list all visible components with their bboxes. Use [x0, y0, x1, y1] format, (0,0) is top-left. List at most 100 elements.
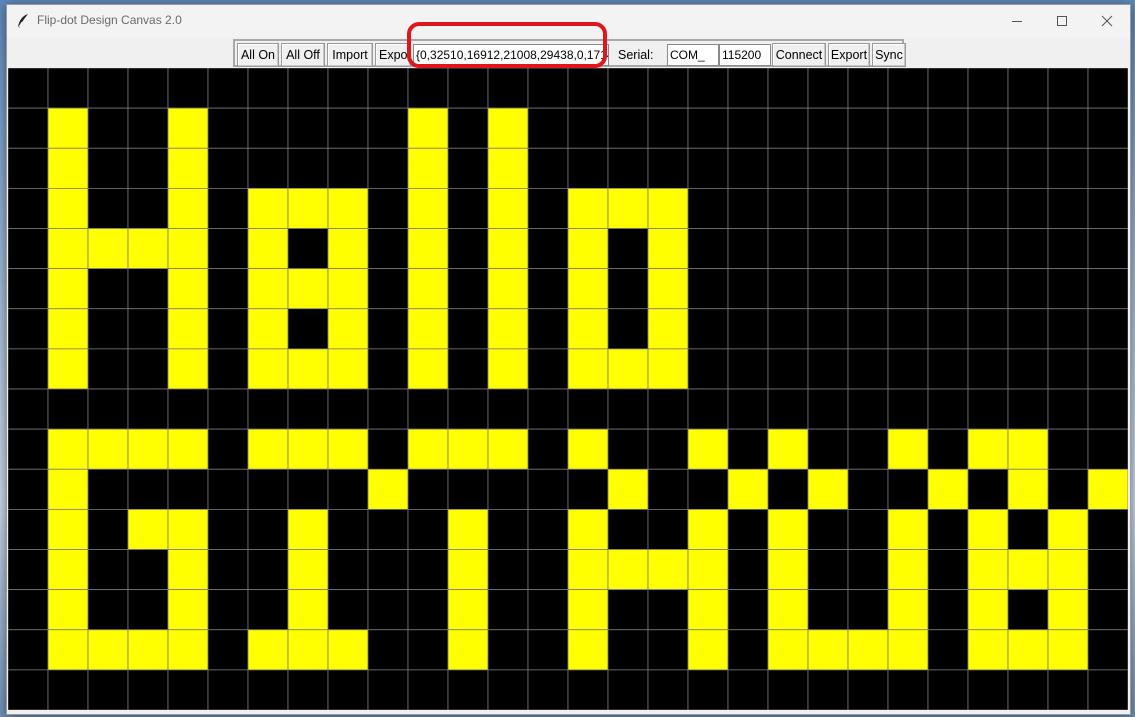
dot-on[interactable]: [327, 268, 369, 310]
dot-off[interactable]: [8, 589, 49, 631]
dot-off[interactable]: [807, 68, 849, 109]
dot-off[interactable]: [207, 107, 249, 149]
dot-off[interactable]: [207, 549, 249, 591]
dot-off[interactable]: [1007, 268, 1049, 310]
dot-on[interactable]: [567, 589, 609, 631]
dot-on[interactable]: [87, 228, 129, 270]
dot-on[interactable]: [407, 308, 449, 350]
dot-on[interactable]: [1007, 549, 1049, 591]
dot-off[interactable]: [847, 468, 889, 510]
dot-off[interactable]: [727, 348, 769, 390]
dot-off[interactable]: [447, 348, 489, 390]
dot-off[interactable]: [407, 388, 449, 430]
dot-off[interactable]: [287, 388, 329, 430]
dot-off[interactable]: [287, 669, 329, 710]
dot-off[interactable]: [967, 147, 1009, 189]
dot-on[interactable]: [1087, 468, 1128, 510]
dot-off[interactable]: [527, 589, 569, 631]
dot-on[interactable]: [967, 428, 1009, 470]
dot-on[interactable]: [487, 428, 529, 470]
dot-on[interactable]: [767, 428, 809, 470]
dot-off[interactable]: [287, 147, 329, 189]
dot-on[interactable]: [327, 308, 369, 350]
dot-off[interactable]: [207, 348, 249, 390]
dot-off[interactable]: [207, 589, 249, 631]
dot-on[interactable]: [287, 629, 329, 671]
dot-off[interactable]: [687, 348, 729, 390]
dot-off[interactable]: [1087, 147, 1128, 189]
dot-on[interactable]: [487, 107, 529, 149]
dot-off[interactable]: [687, 147, 729, 189]
dot-off[interactable]: [207, 669, 249, 710]
dot-off[interactable]: [247, 669, 289, 710]
dot-on[interactable]: [247, 228, 289, 270]
minimize-button[interactable]: [994, 5, 1040, 37]
dot-off[interactable]: [127, 468, 169, 510]
dot-off[interactable]: [647, 68, 689, 109]
dot-on[interactable]: [687, 428, 729, 470]
dot-off[interactable]: [327, 589, 369, 631]
dot-off[interactable]: [287, 68, 329, 109]
dot-on[interactable]: [87, 428, 129, 470]
dot-on[interactable]: [567, 187, 609, 229]
dot-off[interactable]: [927, 348, 969, 390]
dot-off[interactable]: [1087, 669, 1128, 710]
dot-off[interactable]: [87, 68, 129, 109]
dot-off[interactable]: [607, 107, 649, 149]
dot-off[interactable]: [847, 388, 889, 430]
dot-on[interactable]: [367, 468, 409, 510]
dot-on[interactable]: [967, 589, 1009, 631]
dot-off[interactable]: [767, 468, 809, 510]
dot-off[interactable]: [727, 669, 769, 710]
dot-off[interactable]: [447, 68, 489, 109]
dot-off[interactable]: [527, 268, 569, 310]
dot-off[interactable]: [847, 589, 889, 631]
dot-off[interactable]: [967, 268, 1009, 310]
dot-off[interactable]: [367, 669, 409, 710]
dot-off[interactable]: [927, 428, 969, 470]
dot-off[interactable]: [127, 107, 169, 149]
dot-on[interactable]: [767, 629, 809, 671]
dot-off[interactable]: [807, 428, 849, 470]
dot-off[interactable]: [1007, 669, 1049, 710]
dot-off[interactable]: [567, 468, 609, 510]
dot-off[interactable]: [127, 187, 169, 229]
dot-on[interactable]: [327, 187, 369, 229]
dot-off[interactable]: [207, 147, 249, 189]
dot-off[interactable]: [407, 468, 449, 510]
dot-on[interactable]: [47, 147, 89, 189]
dot-off[interactable]: [727, 388, 769, 430]
dot-off[interactable]: [567, 68, 609, 109]
dot-off[interactable]: [247, 68, 289, 109]
dot-off[interactable]: [1087, 428, 1128, 470]
dot-on[interactable]: [607, 348, 649, 390]
dot-off[interactable]: [87, 388, 129, 430]
dot-off[interactable]: [8, 468, 49, 510]
dot-off[interactable]: [1087, 268, 1128, 310]
dot-off[interactable]: [1047, 348, 1089, 390]
dot-off[interactable]: [1087, 348, 1128, 390]
dot-off[interactable]: [487, 508, 529, 550]
dot-on[interactable]: [247, 308, 289, 350]
dot-off[interactable]: [887, 68, 929, 109]
dot-off[interactable]: [487, 68, 529, 109]
dot-off[interactable]: [647, 629, 689, 671]
all-on-button[interactable]: All On: [237, 43, 279, 67]
dot-off[interactable]: [407, 589, 449, 631]
dot-on[interactable]: [47, 348, 89, 390]
dot-on[interactable]: [567, 348, 609, 390]
dot-on[interactable]: [47, 187, 89, 229]
dot-on[interactable]: [167, 187, 209, 229]
dot-off[interactable]: [367, 68, 409, 109]
dot-off[interactable]: [607, 508, 649, 550]
dot-on[interactable]: [47, 107, 89, 149]
dot-off[interactable]: [807, 348, 849, 390]
dot-off[interactable]: [287, 107, 329, 149]
dot-on[interactable]: [47, 308, 89, 350]
dot-on[interactable]: [47, 268, 89, 310]
dot-off[interactable]: [727, 428, 769, 470]
dot-off[interactable]: [807, 268, 849, 310]
dot-on[interactable]: [167, 308, 209, 350]
dot-off[interactable]: [1047, 107, 1089, 149]
dot-off[interactable]: [127, 549, 169, 591]
